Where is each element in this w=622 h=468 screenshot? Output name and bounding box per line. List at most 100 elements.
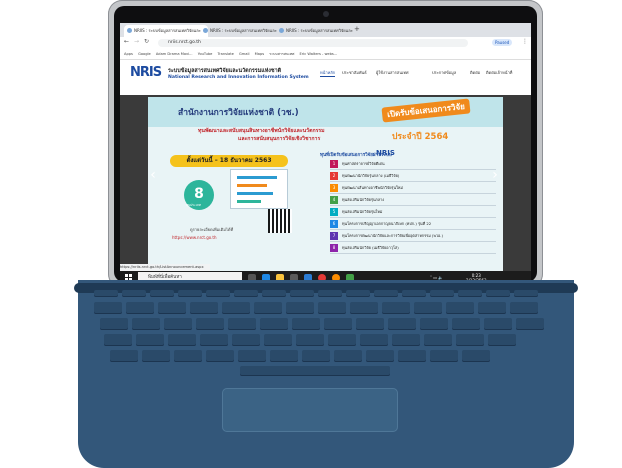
keyboard-key[interactable] xyxy=(382,302,410,314)
keyboard-key[interactable] xyxy=(290,290,314,297)
keyboard-key[interactable] xyxy=(398,350,426,362)
keyboard-key[interactable] xyxy=(302,350,330,362)
info-url[interactable]: https://www.nrct.go.th xyxy=(172,235,216,240)
keyboard-key[interactable] xyxy=(126,302,154,314)
keyboard-key[interactable] xyxy=(190,302,218,314)
paused-profile-button[interactable]: Paused xyxy=(492,39,513,46)
keyboard-key[interactable] xyxy=(110,350,138,362)
keyboard-key[interactable] xyxy=(514,290,538,297)
back-icon[interactable]: ← xyxy=(124,38,129,45)
bookmark[interactable]: Adam Drama Movi... xyxy=(156,52,193,56)
nav-item-contact-staff[interactable]: ติดต่อเจ้าหน้าที่ xyxy=(486,69,516,76)
keyboard-key[interactable] xyxy=(452,318,480,330)
keyboard-key[interactable] xyxy=(462,350,490,362)
bookmark[interactable]: Google xyxy=(138,52,151,56)
browser-tab[interactable]: NRIIS : ระบบข้อมูลสารสนเทศวิจัยและ xyxy=(200,25,284,37)
keyboard-key[interactable] xyxy=(296,334,324,346)
keyboard-key[interactable] xyxy=(264,334,292,346)
keyboard-key[interactable] xyxy=(234,290,258,297)
keyboard-key[interactable] xyxy=(206,350,234,362)
keyboard-key[interactable] xyxy=(430,350,458,362)
keyboard-key[interactable] xyxy=(286,302,314,314)
keyboard-key[interactable] xyxy=(334,350,362,362)
spacebar-key[interactable] xyxy=(240,366,390,376)
keyboard-key[interactable] xyxy=(366,350,394,362)
forward-icon[interactable]: → xyxy=(134,38,139,45)
keyboard-key[interactable] xyxy=(94,302,122,314)
keyboard-key[interactable] xyxy=(388,318,416,330)
keyboard-key[interactable] xyxy=(270,350,298,362)
keyboard-key[interactable] xyxy=(374,290,398,297)
nav-item-announcements[interactable]: ประกาศข้อมูล xyxy=(432,69,456,76)
trackpad[interactable] xyxy=(222,388,398,432)
bookmark[interactable]: Translate xyxy=(218,52,234,56)
keyboard-key[interactable] xyxy=(430,290,454,297)
status-bar-url: https://nriis.nrct.go.th/ListAnnouncemen… xyxy=(120,264,210,271)
bookmark[interactable]: Apps xyxy=(124,52,133,56)
keyboard-key[interactable] xyxy=(350,302,378,314)
keyboard-key[interactable] xyxy=(150,290,174,297)
reload-icon[interactable]: ↻ xyxy=(144,38,149,45)
keyboard-key[interactable] xyxy=(446,302,474,314)
keyboard-key[interactable] xyxy=(100,318,128,330)
keyboard-key[interactable] xyxy=(94,290,118,297)
keyboard-key[interactable] xyxy=(228,318,256,330)
address-input[interactable]: nriis.nrct.go.th xyxy=(158,39,468,47)
keyboard-key[interactable] xyxy=(346,290,370,297)
keyboard-key[interactable] xyxy=(324,318,352,330)
new-tab-icon[interactable]: + xyxy=(354,25,360,33)
bookmark[interactable]: ระบบสารสนเทศ xyxy=(269,52,294,56)
keyboard-key[interactable] xyxy=(488,334,516,346)
bookmark[interactable]: Maps xyxy=(255,52,264,56)
keyboard-key[interactable] xyxy=(158,302,186,314)
keyboard-key[interactable] xyxy=(456,334,484,346)
keyboard-key[interactable] xyxy=(206,290,230,297)
keyboard-key[interactable] xyxy=(232,334,260,346)
keyboard-key[interactable] xyxy=(164,318,192,330)
keyboard-key[interactable] xyxy=(356,318,384,330)
keyboard-key[interactable] xyxy=(136,334,164,346)
keyboard-key[interactable] xyxy=(292,318,320,330)
keyboard-key[interactable] xyxy=(360,334,388,346)
keyboard-key[interactable] xyxy=(424,334,452,346)
keyboard-key[interactable] xyxy=(174,350,202,362)
keyboard-key[interactable] xyxy=(458,290,482,297)
site-logo[interactable]: NRIS xyxy=(130,65,164,83)
keyboard-key[interactable] xyxy=(510,302,538,314)
keyboard-key[interactable] xyxy=(478,302,506,314)
browser-tab[interactable]: NRIIS : ระบบข้อมูลสารสนเทศวิจัยและ xyxy=(276,25,360,37)
keyboard-key[interactable] xyxy=(254,302,282,314)
keyboard-key[interactable] xyxy=(200,334,228,346)
keyboard-key[interactable] xyxy=(222,302,250,314)
keyboard-key[interactable] xyxy=(328,334,356,346)
keyboard-key[interactable] xyxy=(142,350,170,362)
nav-item-users[interactable]: ผู้ใช้งานสารสนเทศ xyxy=(376,69,409,76)
bookmark[interactable]: Gmail xyxy=(239,52,250,56)
bookmark[interactable]: Eric Walters - webs... xyxy=(300,52,338,56)
keyboard-key[interactable] xyxy=(168,334,196,346)
keyboard-key[interactable] xyxy=(132,318,160,330)
keyboard-key[interactable] xyxy=(262,290,286,297)
keyboard-key[interactable] xyxy=(196,318,224,330)
carousel-prev-icon[interactable]: ‹ xyxy=(146,163,160,187)
keyboard-key[interactable] xyxy=(484,318,512,330)
keyboard-key[interactable] xyxy=(178,290,202,297)
keyboard-key[interactable] xyxy=(392,334,420,346)
bookmark[interactable]: YouTube xyxy=(198,52,213,56)
browser-tab[interactable]: NRIIS : ระบบข้อมูลสารสนเทศวิจัยและ xyxy=(124,25,208,37)
nav-item-home[interactable]: หน้าหลัก xyxy=(320,69,336,77)
menu-icon[interactable]: ⋮ xyxy=(522,38,528,45)
nav-item-contact[interactable]: ติดต่อ xyxy=(470,69,480,76)
keyboard-key[interactable] xyxy=(260,318,288,330)
keyboard-key[interactable] xyxy=(402,290,426,297)
keyboard-key[interactable] xyxy=(516,318,544,330)
keyboard-key[interactable] xyxy=(486,290,510,297)
keyboard-key[interactable] xyxy=(104,334,132,346)
keyboard-key[interactable] xyxy=(318,302,346,314)
keyboard-key[interactable] xyxy=(414,302,442,314)
keyboard-key[interactable] xyxy=(238,350,266,362)
nav-item-news[interactable]: ประชาสัมพันธ์ xyxy=(342,69,367,76)
keyboard-key[interactable] xyxy=(420,318,448,330)
keyboard-key[interactable] xyxy=(318,290,342,297)
keyboard-key[interactable] xyxy=(122,290,146,297)
